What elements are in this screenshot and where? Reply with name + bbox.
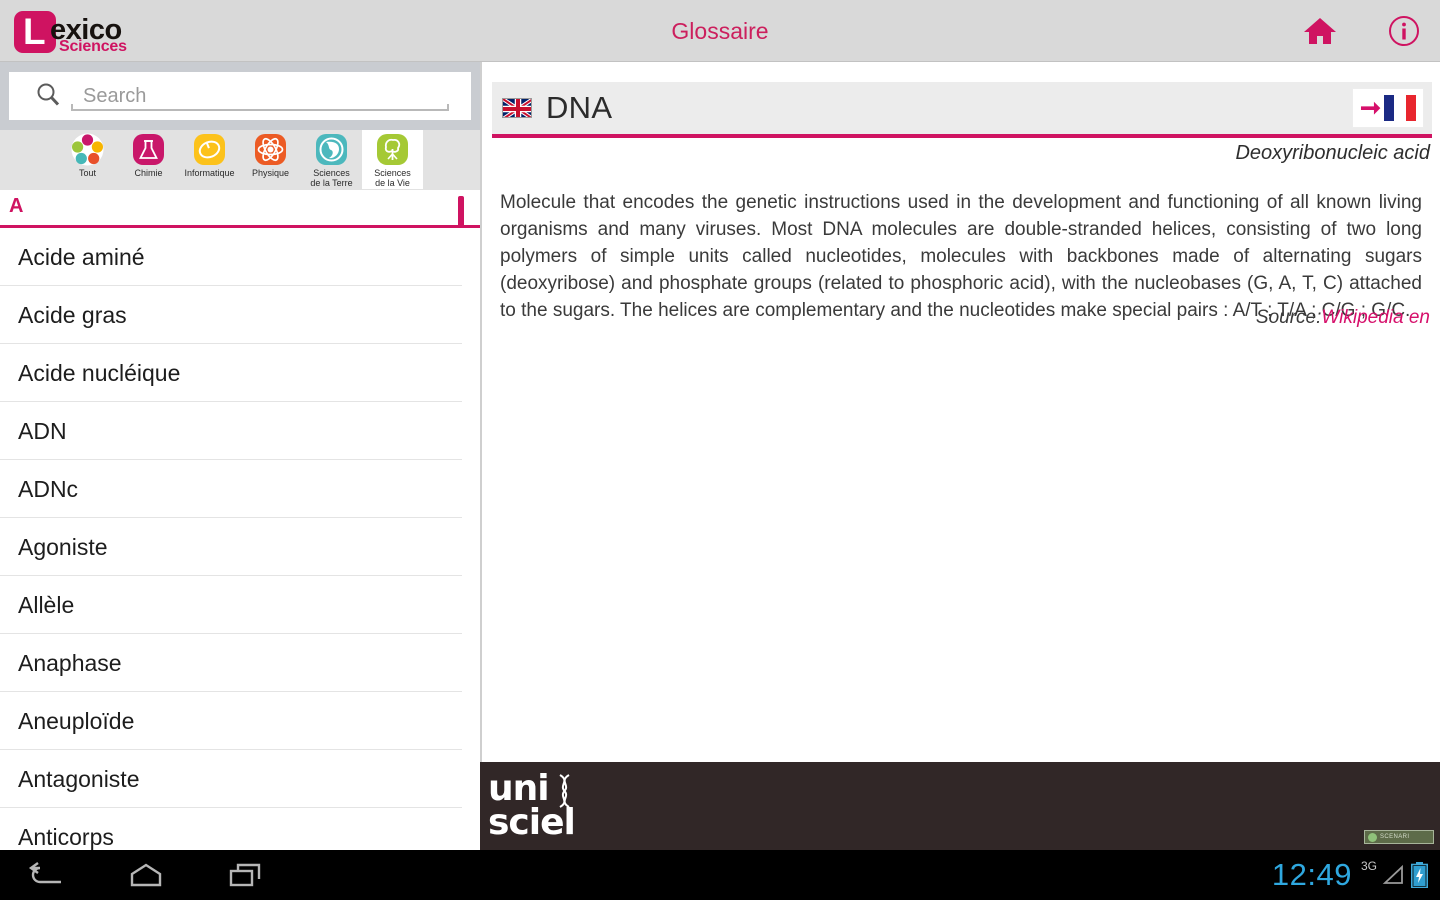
network-type-label: 3G <box>1360 859 1377 873</box>
home-icon[interactable] <box>1298 9 1342 53</box>
entry-title: DNA <box>546 90 613 125</box>
mouse-icon <box>193 133 226 166</box>
category-label: Sciences de la Terre <box>310 168 353 188</box>
entry-definition: Molecule that encodes the genetic instru… <box>500 192 1422 321</box>
category-label: Physique <box>251 168 290 178</box>
search-box[interactable]: Search <box>9 72 471 120</box>
atom-icon <box>254 133 287 166</box>
search-field-underline <box>71 104 449 111</box>
glossary-word-item[interactable]: Acide nucléique <box>0 344 462 402</box>
sponsor-footer: uni sciel SCENARI <box>480 762 1440 850</box>
uk-flag-icon <box>502 98 532 118</box>
glossary-word-item[interactable]: Anticorps <box>0 808 462 850</box>
signal-icon <box>1382 864 1403 884</box>
dna-helix-icon <box>559 774 570 808</box>
header-actions <box>1298 0 1426 62</box>
glossary-word-item[interactable]: Antagoniste <box>0 750 462 808</box>
battery-charging-icon <box>1411 862 1428 888</box>
category-tab-tout[interactable]: Tout <box>57 130 118 189</box>
glossary-word-item[interactable]: Agoniste <box>0 518 462 576</box>
tree-icon <box>376 133 409 166</box>
scenari-badge[interactable]: SCENARI <box>1364 830 1434 844</box>
category-tab-informatique[interactable]: Informatique <box>179 130 240 189</box>
glossary-word-item[interactable]: Aneuploïde <box>0 692 462 750</box>
glossary-word-item[interactable]: Allèle <box>0 576 462 634</box>
french-flag-red <box>1405 95 1416 121</box>
app-window: L exico Sciences Glossaire Search Tout C… <box>0 0 1440 900</box>
app-header: L exico Sciences Glossaire <box>0 0 1440 62</box>
definition-panel: DNA ➞ Deoxyribonucleic acid Molecule tha… <box>480 62 1440 762</box>
french-flag-blue <box>1383 95 1394 121</box>
source-link[interactable]: Wikipedia en <box>1321 307 1430 328</box>
scenari-dot-icon <box>1368 832 1377 842</box>
glossary-word-item[interactable]: ADN <box>0 402 462 460</box>
back-icon[interactable] <box>26 858 66 892</box>
category-label: Tout <box>78 168 96 178</box>
home-icon[interactable] <box>126 858 166 892</box>
category-label: Sciences de la Vie <box>374 168 411 188</box>
all-disciplines-icon <box>71 133 104 166</box>
category-tab-sciences-de-la-terre[interactable]: Sciences de la Terre <box>301 130 362 189</box>
category-label: Informatique <box>184 168 235 178</box>
source-label: Source: <box>1255 307 1322 328</box>
glossary-sidebar: Search Tout Chimie Informatique Physique… <box>0 62 480 850</box>
status-indicators: 12:49 3G <box>1272 850 1428 900</box>
recents-icon[interactable] <box>226 858 266 892</box>
glossary-word-item[interactable]: ADNc <box>0 460 462 518</box>
glossary-word-item[interactable]: Acide aminé <box>0 228 462 286</box>
category-tab-chimie[interactable]: Chimie <box>118 130 179 189</box>
flask-icon <box>132 133 165 166</box>
search-icon <box>35 81 61 112</box>
entry-subtitle: Deoxyribonucleic acid <box>1235 142 1430 164</box>
category-tab-physique[interactable]: Physique <box>240 130 301 189</box>
page-title: Glossaire <box>671 18 769 44</box>
entry-header: DNA ➞ <box>492 82 1432 134</box>
french-flag-white <box>1396 95 1403 121</box>
entry-source: Source:Wikipedia en <box>500 307 1430 329</box>
entry-divider <box>492 134 1432 138</box>
category-label: Chimie <box>134 168 163 178</box>
arrow-right-icon: ➞ <box>1360 94 1381 122</box>
unisciel-logo-line2: sciel <box>488 802 576 843</box>
scenari-badge-label: SCENARI <box>1380 834 1410 840</box>
glossary-word-list[interactable]: Acide aminé Acide gras Acide nucléique ADN A… <box>0 228 480 850</box>
info-icon[interactable] <box>1382 9 1426 53</box>
section-letter: A <box>9 195 24 217</box>
translate-to-french-button[interactable]: ➞ <box>1352 88 1424 128</box>
android-navigation-bar: 12:49 3G <box>0 850 1440 900</box>
status-clock: 12:49 <box>1271 857 1352 892</box>
category-tab-sciences-de-la-vie[interactable]: Sciences de la Vie <box>362 130 423 189</box>
category-tabs: Tout Chimie Informatique Physique Scienc… <box>0 130 480 190</box>
globe-icon <box>315 133 348 166</box>
list-section-header: A <box>0 190 480 228</box>
search-area: Search <box>0 62 480 130</box>
glossary-word-item[interactable]: Acide gras <box>0 286 462 344</box>
nav-buttons <box>26 858 266 892</box>
glossary-word-item[interactable]: Anaphase <box>0 634 462 692</box>
